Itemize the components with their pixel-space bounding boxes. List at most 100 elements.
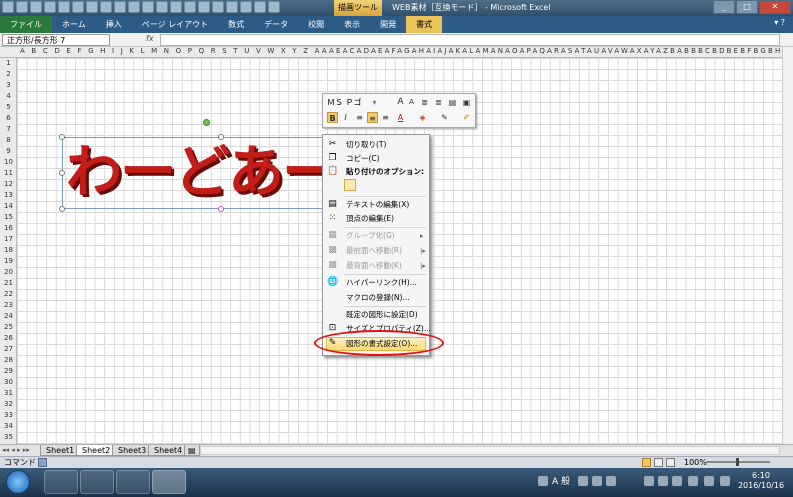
outlook-taskbar-icon[interactable]	[80, 470, 114, 494]
row-number[interactable]: 26	[0, 333, 16, 344]
customize-qat-icon[interactable]	[268, 1, 280, 13]
row-number[interactable]: 12	[0, 179, 16, 190]
excel-taskbar-icon[interactable]	[152, 470, 186, 494]
row-headers[interactable]: 1 2 3 4 5 6 7 8 9 10 11 12 13 14 15 16 17 18 19 20 21 22 23 24 2…	[0, 58, 17, 444]
menu-item-edit-points[interactable]: 頂点の編集(E)	[346, 213, 394, 225]
tray-icon[interactable]	[658, 476, 668, 486]
tab-data[interactable]: データ	[254, 16, 298, 33]
clock[interactable]: 6:10 2016/10/16	[736, 471, 786, 491]
explorer-taskbar-icon[interactable]	[44, 470, 78, 494]
wordart-text[interactable]: わーどあーと	[66, 138, 322, 208]
vertical-scrollbar[interactable]	[782, 47, 793, 444]
resize-handle[interactable]	[59, 134, 65, 140]
row-number[interactable]: 17	[0, 234, 16, 245]
row-number[interactable]: 16	[0, 223, 16, 234]
redo-icon[interactable]	[44, 1, 56, 13]
tray-icon[interactable]	[606, 476, 616, 486]
row-number[interactable]: 7	[0, 124, 16, 135]
macro-icon[interactable]	[114, 1, 126, 13]
tab-review[interactable]: 校閲	[298, 16, 334, 33]
close-button[interactable]: ✕	[759, 0, 791, 14]
restore-button[interactable]: □	[736, 0, 758, 14]
zoom-slider-thumb[interactable]	[736, 458, 739, 466]
tab-home[interactable]: ホーム	[52, 16, 96, 33]
format-painter-icon[interactable]: ✐	[461, 112, 472, 123]
row-number[interactable]: 19	[0, 256, 16, 267]
row-number[interactable]: 4	[0, 91, 16, 102]
insert-function-icon[interactable]: fx	[146, 34, 154, 43]
font-size-dropdown-icon[interactable]: ▾	[369, 97, 380, 108]
row-number[interactable]: 31	[0, 388, 16, 399]
volume-icon[interactable]	[704, 476, 714, 486]
row-number[interactable]: 13	[0, 190, 16, 201]
table-icon[interactable]	[156, 1, 168, 13]
row-number[interactable]: 30	[0, 377, 16, 388]
menu-item-set-default-shape[interactable]: 既定の図形に設定(D)	[346, 309, 418, 321]
menu-item-cut[interactable]: 切り取り(T)	[346, 139, 386, 151]
shape-icon[interactable]	[128, 1, 140, 13]
preview-icon[interactable]	[226, 1, 238, 13]
tray-icon[interactable]	[592, 476, 602, 486]
border-icon[interactable]	[100, 1, 112, 13]
name-box[interactable]: 正方形/長方形 7	[2, 34, 110, 46]
quick-styles-icon[interactable]: ▤	[447, 97, 458, 108]
print-icon[interactable]	[212, 1, 224, 13]
shape-fill-icon[interactable]: ▣	[461, 97, 472, 108]
outline-pen-icon[interactable]: ✎	[439, 112, 450, 123]
row-number[interactable]: 34	[0, 421, 16, 432]
tab-view[interactable]: 表示	[334, 16, 370, 33]
sort-icon[interactable]	[170, 1, 182, 13]
insert-sheet-icon[interactable]: ▤	[184, 445, 200, 456]
row-number[interactable]: 6	[0, 113, 16, 124]
decrease-indent-icon[interactable]: ≣	[419, 97, 430, 108]
fill-color-icon[interactable]	[86, 1, 98, 13]
menu-item-copy[interactable]: コピー(C)	[346, 153, 380, 165]
tab-page-layout[interactable]: ページ レイアウト	[132, 16, 218, 33]
tray-icon[interactable]	[538, 476, 548, 486]
align-right-icon[interactable]: ≡	[380, 112, 391, 123]
grid-icon[interactable]	[254, 1, 266, 13]
tab-file[interactable]: ファイル	[0, 16, 52, 33]
menu-item-bring-to-front[interactable]: 最前面へ移動(R)	[346, 245, 402, 257]
font-color-icon[interactable]	[72, 1, 84, 13]
row-number[interactable]: 5	[0, 102, 16, 113]
row-number[interactable]: 11	[0, 168, 16, 179]
tray-icon[interactable]	[644, 476, 654, 486]
start-button-icon[interactable]	[6, 470, 30, 494]
undo-icon[interactable]	[30, 1, 42, 13]
increase-indent-icon[interactable]: ≣	[433, 97, 444, 108]
row-number[interactable]: 27	[0, 344, 16, 355]
help-icon[interactable]: ▾ ?	[774, 18, 785, 27]
page-break-view-icon[interactable]	[666, 458, 675, 467]
sheet-tab-sheet4[interactable]: Sheet4	[148, 445, 189, 456]
row-number[interactable]: 32	[0, 399, 16, 410]
row-number[interactable]: 24	[0, 311, 16, 322]
italic-button[interactable]: I	[340, 112, 351, 123]
font-color-icon[interactable]: A	[395, 112, 406, 123]
row-number[interactable]: 14	[0, 201, 16, 212]
tab-formulas[interactable]: 数式	[218, 16, 254, 33]
normal-view-icon[interactable]	[642, 458, 651, 467]
align-center-icon[interactable]: ≡	[367, 112, 378, 123]
row-number[interactable]: 15	[0, 212, 16, 223]
ime-indicator[interactable]: A 般	[552, 474, 570, 487]
menu-item-send-to-back[interactable]: 最背面へ移動(K)	[346, 260, 402, 272]
row-number[interactable]: 35	[0, 432, 16, 443]
sheet-tab-sheet2[interactable]: Sheet2	[76, 445, 117, 456]
row-number[interactable]: 18	[0, 245, 16, 256]
row-number[interactable]: 20	[0, 267, 16, 278]
bold-button[interactable]: B	[327, 112, 338, 123]
app-taskbar-icon[interactable]	[116, 470, 150, 494]
row-number[interactable]: 10	[0, 157, 16, 168]
sheet-nav-arrows-icon[interactable]: ◂◂ ◂ ▸ ▸▸	[2, 445, 30, 456]
save-icon[interactable]	[16, 1, 28, 13]
align-left-icon[interactable]: ≡	[354, 112, 365, 123]
font-name-box[interactable]: ＭＳ Ｐゴ	[327, 97, 367, 108]
row-number[interactable]: 22	[0, 289, 16, 300]
resize-handle[interactable]	[59, 206, 65, 212]
row-number[interactable]: 25	[0, 322, 16, 333]
fill-bucket-icon[interactable]: ◈	[417, 112, 428, 123]
row-number[interactable]: 8	[0, 135, 16, 146]
page-layout-view-icon[interactable]	[654, 458, 663, 467]
email-icon[interactable]	[240, 1, 252, 13]
